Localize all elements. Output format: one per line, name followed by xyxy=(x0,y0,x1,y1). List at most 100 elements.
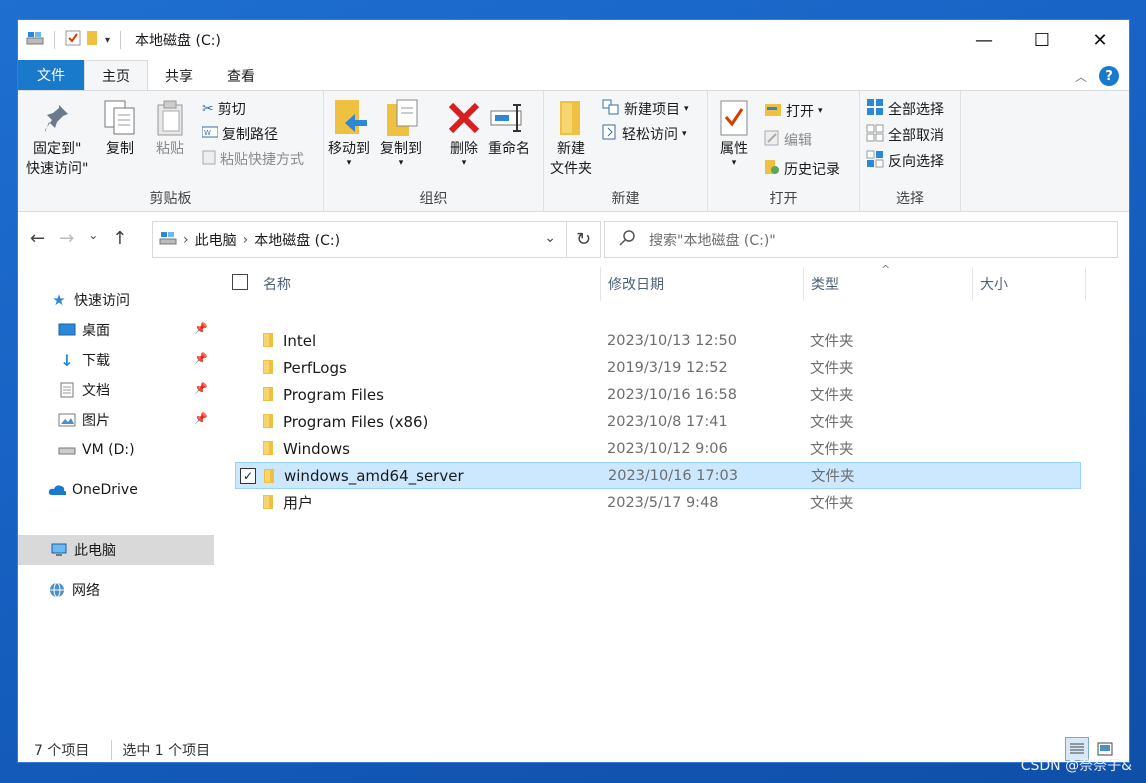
refresh-icon[interactable]: ↻ xyxy=(567,221,601,258)
address-bar[interactable]: › 此电脑 › 本地磁盘 (C:) ⌄ xyxy=(152,221,567,258)
invert-selection-button[interactable]: 反向选择 xyxy=(866,149,944,173)
minimize-button[interactable]: — xyxy=(955,20,1013,60)
open-button[interactable]: 打开 ▾ xyxy=(764,99,823,123)
breadcrumb-separator-icon[interactable]: › xyxy=(243,232,249,248)
tab-view[interactable]: 查看 xyxy=(210,62,272,90)
move-to-dropdown-icon: ▾ xyxy=(346,158,352,168)
paste-button[interactable]: 粘贴 xyxy=(150,97,190,159)
forward-arrow-icon[interactable]: → xyxy=(59,228,74,249)
properties-qat-icon[interactable] xyxy=(65,30,81,50)
history-button[interactable]: 历史记录 xyxy=(764,157,840,181)
column-name[interactable]: 名称 xyxy=(257,267,601,301)
file-row[interactable]: ✓ windows_amd64_server 2023/10/16 17:03 文件夹 xyxy=(235,462,1081,489)
rename-button[interactable]: 重命名 xyxy=(488,97,530,159)
delete-button[interactable]: 删除 ▾ xyxy=(444,97,484,168)
select-all-checkbox[interactable] xyxy=(232,274,248,290)
large-icons-view-icon xyxy=(1097,742,1113,756)
file-name[interactable]: 用户 xyxy=(283,492,313,513)
breadcrumb-separator-icon[interactable]: › xyxy=(183,232,189,248)
help-icon[interactable]: ? xyxy=(1099,66,1119,86)
organize-group: 移动到 ▾ 复制到 ▾ 删除 ▾ 重命名 组织 xyxy=(324,91,544,212)
file-name[interactable]: Program Files xyxy=(283,386,384,404)
file-name[interactable]: Windows xyxy=(283,440,350,458)
pin-to-quick-access-button[interactable]: 固定到" 快速访问" xyxy=(26,97,88,179)
folder-icon xyxy=(261,494,275,514)
address-dropdown-icon[interactable]: ⌄ xyxy=(544,230,556,246)
tab-home[interactable]: 主页 xyxy=(84,60,148,90)
collapse-ribbon-icon[interactable]: ︿ xyxy=(1075,68,1087,85)
copy-to-icon xyxy=(381,97,421,139)
file-type: 文件夹 xyxy=(810,388,854,404)
easy-access-button[interactable]: 轻松访问 ▾ xyxy=(602,122,687,146)
file-name[interactable]: PerfLogs xyxy=(283,359,347,377)
navigation-pane: ★ 快速访问 桌面 📌 ↓ 下载 📌 文档 📌 图片 � xyxy=(18,267,214,737)
file-row[interactable]: PerfLogs 2019/3/19 12:52 文件夹 xyxy=(235,354,1081,381)
pin-icon xyxy=(37,97,77,139)
search-box[interactable]: 搜索"本地磁盘 (C:)" xyxy=(604,221,1118,258)
cloud-icon xyxy=(48,482,66,498)
maximize-button[interactable]: ☐ xyxy=(1013,20,1071,60)
file-type: 文件夹 xyxy=(810,496,854,512)
new-folder-qat-icon[interactable] xyxy=(85,30,101,50)
edit-button[interactable]: 编辑 xyxy=(764,128,812,152)
column-size[interactable]: 大小 xyxy=(974,267,1086,301)
file-row[interactable]: Windows 2023/10/12 9:06 文件夹 xyxy=(235,435,1081,462)
watermark-text: CSDN @奈奈子& xyxy=(1020,758,1132,774)
copy-to-button[interactable]: 复制到 ▾ xyxy=(380,97,422,168)
nav-onedrive[interactable]: OneDrive xyxy=(18,475,214,505)
properties-icon xyxy=(714,97,754,139)
new-item-button[interactable]: 新建项目 ▾ xyxy=(602,97,689,121)
file-name[interactable]: Intel xyxy=(283,332,316,350)
nav-desktop[interactable]: 桌面 📌 xyxy=(18,315,214,345)
nav-pictures[interactable]: 图片 📌 xyxy=(18,405,214,435)
file-date: 2019/3/19 12:52 xyxy=(607,359,728,376)
nav-vm-drive[interactable]: VM (D:) xyxy=(18,435,214,465)
nav-network[interactable]: 网络 xyxy=(18,575,214,605)
file-date: 2023/10/13 12:50 xyxy=(607,332,737,349)
window-title: 本地磁盘 (C:) xyxy=(135,33,221,49)
back-arrow-icon[interactable]: ← xyxy=(30,228,45,249)
breadcrumb-this-pc[interactable]: 此电脑 xyxy=(195,230,237,250)
select-all-button[interactable]: 全部选择 xyxy=(866,97,944,121)
file-row[interactable]: Intel 2023/10/13 12:50 文件夹 xyxy=(235,327,1081,354)
tab-file[interactable]: 文件 xyxy=(18,60,84,90)
file-name[interactable]: windows_amd64_server xyxy=(284,467,464,485)
close-button[interactable]: ✕ xyxy=(1071,20,1129,60)
file-name[interactable]: Program Files (x86) xyxy=(283,413,428,431)
row-checkbox[interactable]: ✓ xyxy=(240,467,256,484)
nav-this-pc[interactable]: 此电脑 xyxy=(18,535,214,565)
file-row[interactable]: 用户 2023/5/17 9:48 文件夹 xyxy=(235,489,1081,516)
copy-button[interactable]: 复制 xyxy=(100,97,140,159)
cut-button[interactable]: ✂ 剪切 xyxy=(202,97,246,121)
file-date: 2023/10/16 17:03 xyxy=(608,467,738,484)
copy-path-button[interactable]: W 复制路径 xyxy=(201,122,278,146)
nav-documents[interactable]: 文档 📌 xyxy=(18,375,214,405)
select-none-button[interactable]: 全部取消 xyxy=(866,123,944,147)
file-row[interactable]: Program Files (x86) 2023/10/8 17:41 文件夹 xyxy=(235,408,1081,435)
file-type: 文件夹 xyxy=(810,442,854,458)
column-date[interactable]: 修改日期 xyxy=(602,267,804,301)
item-count: 7 个项目 xyxy=(34,743,90,759)
selected-count: 选中 1 个项目 xyxy=(111,740,210,760)
new-folder-button[interactable]: 新建 文件夹 xyxy=(550,97,592,179)
properties-button[interactable]: 属性 ▾ xyxy=(714,97,754,168)
tab-share[interactable]: 共享 xyxy=(148,62,210,90)
invert-selection-icon xyxy=(866,150,884,172)
folder-icon xyxy=(261,359,275,379)
open-dropdown-icon: ▾ xyxy=(818,106,823,116)
move-to-button[interactable]: 移动到 ▾ xyxy=(328,97,370,168)
nav-downloads[interactable]: ↓ 下载 📌 xyxy=(18,345,214,375)
copy-to-dropdown-icon: ▾ xyxy=(398,158,404,168)
customize-qat-icon[interactable]: ▾ xyxy=(105,35,110,46)
file-list: 名称 修改日期 类型 ^ 大小 Intel 2023/10/13 12:50 文件夹… xyxy=(217,263,1129,737)
paste-shortcut-button[interactable]: 粘贴快捷方式 xyxy=(202,147,304,171)
nav-quick-access[interactable]: ★ 快速访问 xyxy=(18,285,214,315)
recent-locations-icon[interactable]: ⌄ xyxy=(88,228,98,249)
title-bar: ▾ 本地磁盘 (C:) — ☐ ✕ xyxy=(18,20,1129,60)
star-icon: ★ xyxy=(52,291,66,309)
breadcrumb-c-drive[interactable]: 本地磁盘 (C:) xyxy=(254,230,340,250)
file-row[interactable]: Program Files 2023/10/16 16:58 文件夹 xyxy=(235,381,1081,408)
new-group: 新建 文件夹 新建项目 ▾ 轻松访问 ▾ 新建 xyxy=(544,91,708,212)
select-group-label: 选择 xyxy=(896,191,924,207)
up-arrow-icon[interactable]: ↑ xyxy=(112,228,127,249)
